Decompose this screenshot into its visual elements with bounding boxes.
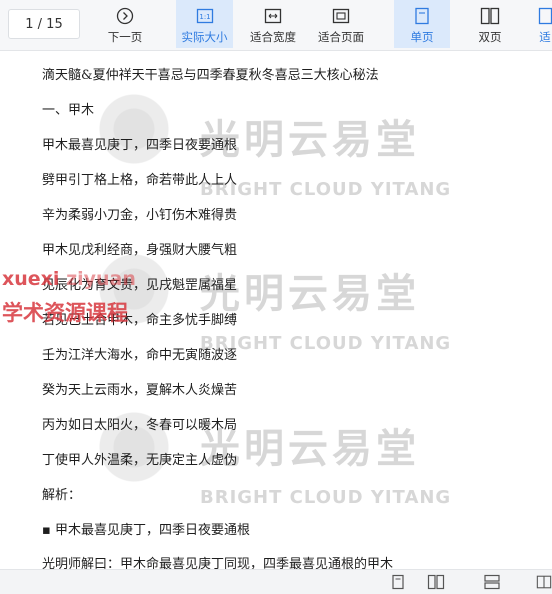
fit-page-button[interactable]: 适合页面 [312,0,370,48]
section-heading: 一、甲木 [42,103,95,118]
actual-size-label: 实际大小 [181,30,228,44]
next-page-label: 下一页 [107,30,143,44]
book-view-icon[interactable] [536,573,552,591]
brand-watermark-en-1: BRIGHT CLOUD YITANG [200,179,452,200]
text-line: 癸为天上云雨水，夏解木人炎燥苦 [42,383,238,398]
fit-page-icon [330,6,352,26]
chevron-right-circle-icon [114,6,136,26]
analysis-label: 解析： [42,488,82,503]
fit-width-label: 适合宽度 [250,30,296,44]
brand-watermark-en-3: BRIGHT CLOUD YITANG [200,487,452,508]
page-number-input[interactable]: 1 / 15 [8,9,80,39]
text-line: 丁使甲人外温柔，无庚定主人虚伪 [42,453,238,468]
svg-text:1:1: 1:1 [199,13,210,21]
status-bar [0,569,552,594]
double-page-label: 双页 [478,30,502,44]
text-line: 甲木最喜见庚丁，四季日夜要通根 [42,138,238,153]
side-watermark-cn: 学术资源课程 [2,301,128,325]
document-page: 光明云易堂 BRIGHT CLOUD YITANG 光明云易堂 BRIGHT C… [0,51,552,569]
fit-page-label: 适合页面 [318,30,364,44]
continuous-label: 适 [539,30,551,44]
next-page-button[interactable]: 下一页 [96,0,154,48]
double-page-view-icon[interactable] [426,573,446,591]
single-page-view-icon[interactable] [388,573,408,591]
explanation-line: 光明师解曰：甲木命最喜见庚丁同现，四季最喜见通根的甲木 [42,557,394,569]
brand-watermark-en-2: BRIGHT CLOUD YITANG [200,333,452,354]
continuous-view-icon[interactable] [482,573,502,591]
fit-width-icon [262,6,284,26]
text-line: 辛为柔弱小刀金，小钉伤木难得贵 [42,208,238,223]
bullet-line: ▪ 甲木最喜见庚丁，四季日夜要通根 [42,523,250,538]
text-line: 壬为江洋大海水，命中无寅随波逐 [42,348,238,363]
side-watermark-latin: xuexi ziyuan [2,268,136,290]
double-page-icon [479,6,501,26]
fit-width-button[interactable]: 适合宽度 [244,0,302,48]
continuous-button[interactable]: 适 [538,0,552,48]
text-line: 劈甲引丁格上格，命若带此人上人 [42,173,238,188]
page-indicator: 1 / 15 [25,16,63,32]
actual-size-button[interactable]: 1:1 实际大小 [176,0,233,48]
single-page-label: 单页 [410,30,434,44]
actual-size-icon: 1:1 [194,6,216,26]
text-line: 甲木见戊利经商，身强财大腰气粗 [42,243,238,258]
toolbar: 1 / 15 下一页 1:1 实际大小 适合宽度 适合页面 单页 双页 适 [0,0,552,51]
text-line: 丙为如日太阳火，冬春可以暖木局 [42,418,238,433]
side-watermark-top: xuexi [2,268,60,290]
continuous-icon [538,6,552,26]
side-watermark-top-mid: ziyuan [66,268,136,290]
document-title: 滴天髓&夏仲祥天干喜忌与四季春夏秋冬喜忌三大核心秘法 [42,68,379,83]
double-page-button[interactable]: 双页 [462,0,518,48]
single-page-button[interactable]: 单页 [394,0,450,48]
single-page-icon [411,6,433,26]
